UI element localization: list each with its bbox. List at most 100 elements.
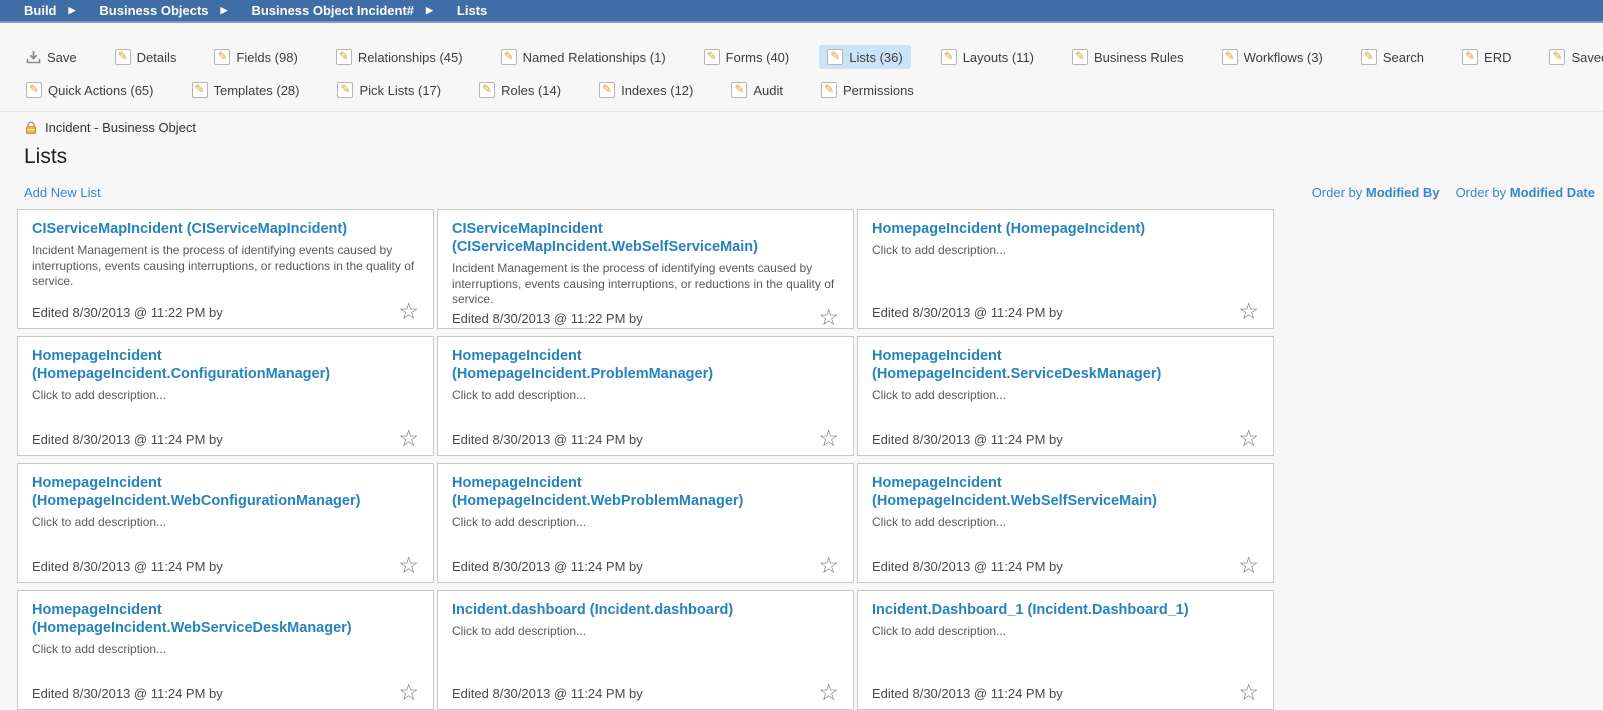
list-card-description[interactable]: Click to add description... [32, 388, 419, 428]
toolbar-item-label: Relationships (45) [358, 50, 463, 65]
list-card-edited-text: Edited 8/30/2013 @ 11:24 PM by [32, 559, 223, 574]
toolbar-item-audit[interactable]: ✎ Audit [723, 78, 791, 102]
pencil-icon: ✎ [821, 82, 837, 98]
toolbar-item-label: Audit [753, 83, 783, 98]
toolbar-item-templates-28[interactable]: ✎ Templates (28) [184, 78, 308, 102]
toolbar-item-forms-40[interactable]: ✎ Forms (40) [696, 45, 798, 69]
list-card-title-link[interactable]: HomepageIncident (HomepageIncident.WebSe… [32, 601, 419, 637]
favorite-star-icon[interactable]: ☆ [1238, 683, 1259, 701]
list-card: HomepageIncident (HomepageIncident.Confi… [17, 336, 434, 456]
list-card-title-link[interactable]: CIServiceMapIncident (CIServiceMapIncide… [32, 220, 419, 238]
pencil-icon: ✎ [214, 49, 230, 65]
list-card-title-link[interactable]: HomepageIncident (HomepageIncident.WebCo… [32, 474, 419, 510]
list-card-title-link[interactable]: Incident.Dashboard_1 (Incident.Dashboard… [872, 601, 1259, 619]
favorite-star-icon[interactable]: ☆ [398, 302, 419, 320]
toolbar-item-details[interactable]: ✎ Details [107, 45, 185, 69]
toolbar-item-lists-36[interactable]: ✎ Lists (36) [819, 45, 910, 69]
save-icon [26, 50, 41, 65]
toolbar-item-label: Save [47, 50, 77, 65]
lock-icon [24, 121, 38, 135]
list-card: HomepageIncident (HomepageIncident.WebCo… [17, 463, 434, 583]
favorite-star-icon[interactable]: ☆ [1238, 556, 1259, 574]
list-card-title-link[interactable]: HomepageIncident (HomepageIncident.Probl… [452, 347, 839, 383]
breadcrumb-item-business-objects[interactable]: Business Objects ▶ [99, 3, 227, 18]
list-card-description[interactable]: Click to add description... [452, 515, 839, 555]
list-card-footer: Edited 8/30/2013 @ 11:24 PM by ☆ [452, 556, 839, 574]
toolbar-item-label: Lists (36) [849, 50, 902, 65]
favorite-star-icon[interactable]: ☆ [398, 429, 419, 447]
toolbar-item-label: Search [1383, 50, 1424, 65]
toolbar-item-indexes-12[interactable]: ✎ Indexes (12) [591, 78, 701, 102]
toolbar-item-pick-lists-17[interactable]: ✎ Pick Lists (17) [329, 78, 449, 102]
toolbar-item-label: Pick Lists (17) [359, 83, 441, 98]
list-card: HomepageIncident (HomepageIncident.WebPr… [437, 463, 854, 583]
list-card-description[interactable]: Click to add description... [452, 624, 839, 682]
list-card-footer: Edited 8/30/2013 @ 11:24 PM by ☆ [452, 429, 839, 447]
business-object-label: Incident - Business Object [45, 120, 196, 135]
list-card-description[interactable]: Click to add description... [32, 642, 419, 682]
list-card-description[interactable]: Click to add description... [872, 624, 1259, 682]
toolbar-item-business-rules[interactable]: ✎ Business Rules [1064, 45, 1192, 69]
favorite-star-icon[interactable]: ☆ [818, 308, 839, 326]
list-card-description[interactable]: Click to add description... [452, 388, 839, 428]
list-card-title-link[interactable]: HomepageIncident (HomepageIncident.Confi… [32, 347, 419, 383]
breadcrumb-item-lists[interactable]: Lists ▶ [457, 3, 487, 18]
pencil-icon: ✎ [731, 82, 747, 98]
list-card: CIServiceMapIncident (CIServiceMapIncide… [17, 209, 434, 329]
toolbar-item-relationships-45[interactable]: ✎ Relationships (45) [328, 45, 471, 69]
toolbar-item-saved-searches-39[interactable]: ✎ Saved Searches (39) [1541, 45, 1603, 69]
toolbar-item-label: Details [137, 50, 177, 65]
favorite-star-icon[interactable]: ☆ [818, 683, 839, 701]
list-card-description[interactable]: Click to add description... [872, 243, 1259, 301]
favorite-star-icon[interactable]: ☆ [818, 556, 839, 574]
list-card: HomepageIncident (HomepageIncident.WebSe… [17, 590, 434, 710]
toolbar-item-label: Business Rules [1094, 50, 1184, 65]
list-card-description[interactable]: Click to add description... [32, 515, 419, 555]
toolbar-item-erd[interactable]: ✎ ERD [1454, 45, 1519, 69]
order-by-modified-date-link[interactable]: Order by Modified Date [1456, 185, 1595, 200]
toolbar-item-named-relationships-1[interactable]: ✎ Named Relationships (1) [493, 45, 674, 69]
breadcrumb-item-business-object-incident[interactable]: Business Object Incident# ▶ [251, 3, 432, 18]
list-card-footer: Edited 8/30/2013 @ 11:22 PM by ☆ [452, 308, 839, 326]
list-card-title-link[interactable]: CIServiceMapIncident (CIServiceMapIncide… [452, 220, 839, 256]
toolbar-item-permissions[interactable]: ✎ Permissions [813, 78, 922, 102]
list-card-description[interactable]: Click to add description... [872, 388, 1259, 428]
favorite-star-icon[interactable]: ☆ [1238, 429, 1259, 447]
add-new-list-link[interactable]: Add New List [24, 185, 101, 200]
list-card-title-link[interactable]: HomepageIncident (HomepageIncident.Servi… [872, 347, 1259, 383]
breadcrumb-item-build[interactable]: Build ▶ [24, 3, 75, 18]
toolbar-item-label: Workflows (3) [1244, 50, 1323, 65]
toolbar: Save ✎ Details ✎ Fields (98) ✎ Relations… [0, 23, 1603, 102]
list-card-title-link[interactable]: HomepageIncident (HomepageIncident) [872, 220, 1259, 238]
toolbar-item-save[interactable]: Save [18, 46, 85, 69]
list-card: HomepageIncident (HomepageIncident.Servi… [857, 336, 1274, 456]
list-card-title-link[interactable]: HomepageIncident (HomepageIncident.WebSe… [872, 474, 1259, 510]
toolbar-item-label: Fields (98) [236, 50, 297, 65]
list-card-footer: Edited 8/30/2013 @ 11:24 PM by ☆ [32, 429, 419, 447]
list-card-title-link[interactable]: Incident.dashboard (Incident.dashboard) [452, 601, 839, 619]
favorite-star-icon[interactable]: ☆ [818, 429, 839, 447]
toolbar-item-layouts-11[interactable]: ✎ Layouts (11) [933, 45, 1042, 69]
toolbar-item-fields-98[interactable]: ✎ Fields (98) [206, 45, 305, 69]
toolbar-item-search[interactable]: ✎ Search [1353, 45, 1432, 69]
toolbar-item-quick-actions-65[interactable]: ✎ Quick Actions (65) [18, 78, 162, 102]
list-card-edited-text: Edited 8/30/2013 @ 11:24 PM by [32, 432, 223, 447]
toolbar-item-label: Templates (28) [214, 83, 300, 98]
breadcrumb: Build ▶ Business Objects ▶ Business Obje… [0, 0, 1603, 23]
toolbar-item-roles-14[interactable]: ✎ Roles (14) [471, 78, 569, 102]
list-card-description[interactable]: Incident Management is the process of id… [32, 243, 419, 301]
favorite-star-icon[interactable]: ☆ [398, 683, 419, 701]
pencil-icon: ✎ [501, 49, 517, 65]
favorite-star-icon[interactable]: ☆ [1238, 302, 1259, 320]
pencil-icon: ✎ [337, 82, 353, 98]
list-card-title-link[interactable]: HomepageIncident (HomepageIncident.WebPr… [452, 474, 839, 510]
list-card-description[interactable]: Incident Management is the process of id… [452, 261, 839, 308]
favorite-star-icon[interactable]: ☆ [398, 556, 419, 574]
list-card-footer: Edited 8/30/2013 @ 11:24 PM by ☆ [872, 302, 1259, 320]
toolbar-item-workflows-3[interactable]: ✎ Workflows (3) [1214, 45, 1331, 69]
list-card-description[interactable]: Click to add description... [872, 515, 1259, 555]
breadcrumb-item-label: Lists [457, 3, 487, 18]
toolbar-item-label: Quick Actions (65) [48, 83, 154, 98]
order-by-modified-by-link[interactable]: Order by Modified By [1312, 185, 1440, 200]
list-card-footer: Edited 8/30/2013 @ 11:24 PM by ☆ [32, 683, 419, 701]
